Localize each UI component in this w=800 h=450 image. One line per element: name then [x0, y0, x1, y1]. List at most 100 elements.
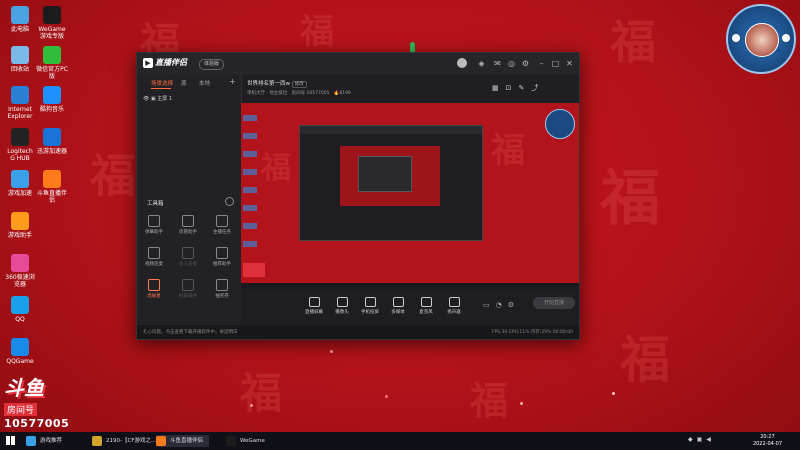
particle	[612, 392, 615, 395]
source-button[interactable]: 多媒体	[383, 297, 413, 315]
share-icon[interactable]: ⤴	[531, 84, 545, 92]
tool-item[interactable]: 弹幕助手	[141, 215, 167, 235]
desktop-icon[interactable]: QQGame	[4, 338, 36, 365]
tab-scene[interactable]: 场景选择	[151, 79, 173, 87]
desktop-icon-label: 此电脑	[10, 26, 29, 33]
title-bar[interactable]: ▶ 直播伴侣 体验版 ◈ ✉ ◎ ⚙ – □ ✕	[137, 53, 579, 75]
recommend-icon	[216, 247, 228, 259]
desktop-icon[interactable]: Logitech G HUB	[4, 128, 36, 162]
logo-mark-icon: ▶	[143, 58, 153, 68]
shield-icon[interactable]: ◆	[688, 436, 697, 443]
avatar-widget[interactable]	[726, 4, 796, 74]
desktop-icon[interactable]: 斗鱼直播伴侣	[36, 170, 68, 204]
desktop-icon[interactable]: 回收站	[4, 46, 36, 73]
source-button[interactable]: 摄像头	[327, 297, 357, 315]
start-button[interactable]	[6, 436, 15, 445]
source-button-label: 直播屏幕	[305, 310, 323, 315]
live-preview[interactable]: 福 福	[241, 103, 579, 289]
wegame-icon	[43, 6, 61, 24]
desktop-icon-label: WeGame游戏专版	[38, 26, 66, 40]
scene-label: 主屏 1	[157, 96, 173, 102]
avatar	[745, 23, 779, 57]
lock-icon[interactable]: ⊡	[506, 84, 519, 92]
desktop-icon[interactable]: Internet Explorer	[4, 86, 36, 120]
close-icon[interactable]: ✕	[565, 59, 574, 68]
desktop-icon[interactable]: WeGame游戏专版	[36, 6, 68, 40]
pause-icon[interactable]: ◔	[496, 301, 508, 309]
mic-icon	[420, 297, 432, 307]
message-icon[interactable]: ✉	[493, 59, 502, 68]
source-button[interactable]: 麦克风	[411, 297, 441, 315]
live-companion-window: ▶ 直播伴侣 体验版 ◈ ✉ ◎ ⚙ – □ ✕ 场景选择 源 本地 + 👁 ▣ …	[136, 52, 580, 340]
desktop-icon[interactable]: QQ	[4, 296, 36, 323]
bg-fu-char: 福	[90, 149, 136, 203]
clock-time: 20:27	[760, 434, 775, 440]
desktop-icon-label: 360极速浏览器	[5, 274, 35, 288]
maximize-icon[interactable]: □	[551, 59, 560, 68]
tool-item[interactable]: 推荐助手	[209, 247, 235, 267]
volume-icon[interactable]: ◀	[706, 436, 715, 443]
tool-item[interactable]: 多人连麦	[175, 247, 201, 267]
profile-icon[interactable]	[457, 58, 467, 68]
scene-item[interactable]: 👁 ▣ 主屏 1	[143, 95, 172, 102]
preview-avatar	[545, 109, 575, 139]
network-icon[interactable]: ▣	[697, 436, 707, 443]
left-panel: 场景选择 源 本地 + 👁 ▣ 主屏 1 工具箱 弹幕助手 房管助手 主播任务 视频连…	[137, 75, 242, 339]
source-button[interactable]: 扬声器	[439, 297, 469, 315]
star-icon	[148, 279, 160, 291]
start-live-button[interactable]: 开始直播	[533, 297, 575, 309]
tab-source[interactable]: 源	[181, 79, 187, 87]
add-scene-icon[interactable]: +	[229, 77, 236, 86]
nested-preview-window	[299, 125, 483, 241]
desktop-icon[interactable]: 游戏加速	[4, 170, 36, 197]
edit-icon[interactable]: ✎	[519, 84, 532, 92]
taskbar-item[interactable]: 游戏推荐	[26, 435, 62, 447]
tool-item[interactable]: 虎碰星	[141, 279, 167, 299]
source-button[interactable]: 直播屏幕	[299, 297, 329, 315]
tool-item[interactable]: 抽奖券	[209, 279, 235, 299]
taskbar-item[interactable]: WeGame	[226, 435, 265, 447]
bg-fu-char: 福	[491, 131, 525, 171]
tool-item[interactable]: 投屏插件	[175, 279, 201, 299]
settings-icon[interactable]: ⚙	[521, 59, 530, 68]
app-icon	[226, 436, 236, 446]
version-pill[interactable]: 体验版	[199, 59, 225, 70]
desktop-icon[interactable]: 360极速浏览器	[4, 254, 36, 288]
particle	[385, 395, 388, 398]
source-button[interactable]: 手机投屏	[355, 297, 385, 315]
tool-item[interactable]: 房管助手	[175, 215, 201, 235]
tab-local[interactable]: 本地	[199, 79, 210, 87]
app-icon	[26, 436, 36, 446]
mic-icon	[732, 34, 740, 42]
status-message: 扎心问题，点击查看下载开播软件中，奇迹明白	[143, 330, 238, 335]
desktop-icon[interactable]: 迅游加速器	[36, 128, 68, 155]
skin-icon[interactable]: ◈	[477, 59, 486, 68]
desktop-icon[interactable]: 微信官方PC版	[36, 46, 68, 80]
feedback-icon[interactable]: ◎	[507, 59, 516, 68]
tool-label: 虎碰星	[147, 294, 161, 299]
desktop-icon[interactable]: 酷狗音乐	[36, 86, 68, 113]
desktop-icon-label: 斗鱼直播伴侣	[36, 190, 67, 204]
logitech-icon	[11, 128, 29, 146]
toolbox-settings-icon[interactable]	[225, 197, 234, 206]
tool-item[interactable]: 主播任务	[209, 215, 235, 235]
taskbar-item[interactable]: 斗鱼直播伴侣	[156, 435, 210, 447]
game-assistant-icon	[11, 212, 29, 230]
nested-title-bar	[300, 126, 482, 134]
desktop-icon-label: Logitech G HUB	[7, 148, 33, 162]
edit-title-button[interactable]: 修改	[291, 81, 307, 88]
tab-underline	[151, 88, 171, 89]
layout-icon[interactable]: ▦	[492, 84, 506, 92]
wechat-icon	[43, 46, 61, 64]
danmaku-icon	[148, 215, 160, 227]
record-icon[interactable]: ▭	[483, 301, 496, 309]
taskbar-item[interactable]: 2190-【CF游戏之…	[92, 435, 157, 447]
desktop-icon[interactable]: 游戏助手	[4, 212, 36, 239]
system-clock[interactable]: 20:27 2022-04-07	[753, 434, 782, 448]
tool-item[interactable]: 视频连麦	[141, 247, 167, 267]
room-category[interactable]: 单机大厅 · 地主排位	[247, 91, 287, 96]
minimize-icon[interactable]: –	[537, 59, 546, 68]
performance-stats: FPS:30 CPU:11% 内存:29% 00:00:00	[491, 330, 573, 335]
gear-icon[interactable]: ⚙	[508, 301, 520, 309]
desktop-icon[interactable]: 此电脑	[4, 6, 36, 33]
